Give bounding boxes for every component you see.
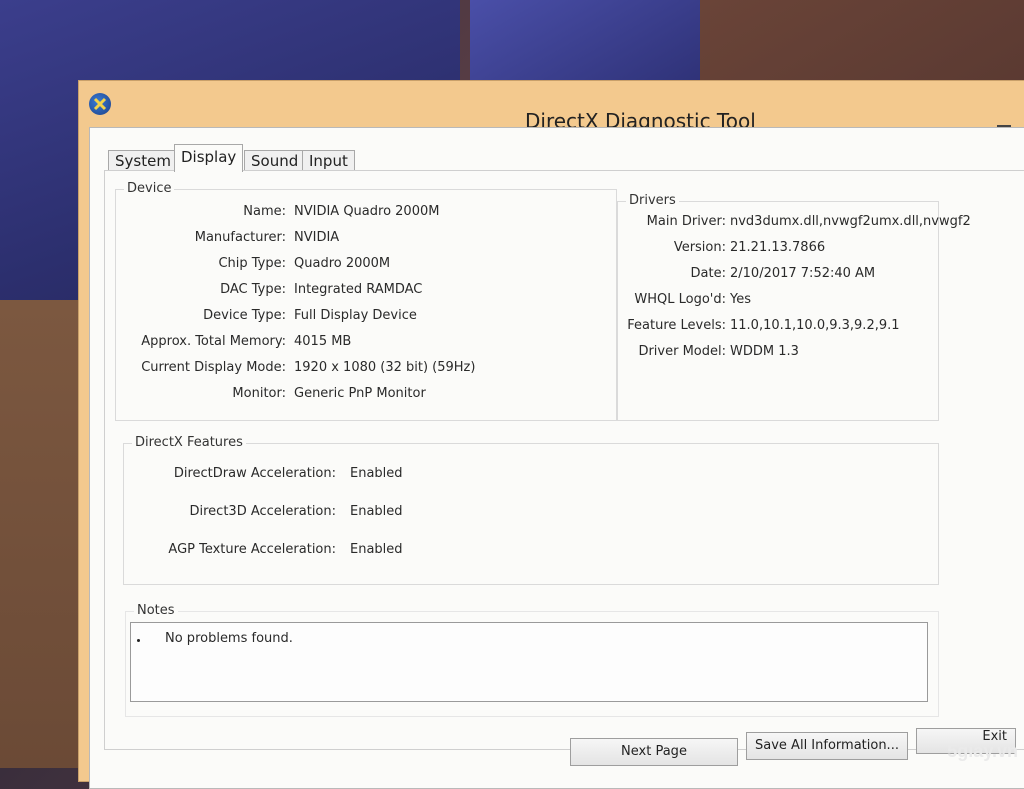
directx-features-group: DirectX Features DirectDraw Acceleration… xyxy=(123,435,939,585)
field-label: WHQL Logo'd: xyxy=(634,292,726,307)
field-value: 2/10/2017 7:52:40 AM xyxy=(730,266,876,281)
field-value: 21.21.13.7866 xyxy=(730,240,826,255)
field-label: Current Display Mode: xyxy=(141,360,286,375)
bullet-icon xyxy=(137,639,140,642)
field-label: Manufacturer: xyxy=(194,230,286,245)
field-value: NVIDIA xyxy=(294,230,340,245)
field-value: Generic PnP Monitor xyxy=(294,386,426,401)
watermark: 5giay.vn xyxy=(947,741,1018,761)
field-label: Approx. Total Memory: xyxy=(141,334,286,349)
field-value: Enabled xyxy=(350,542,403,557)
field-label: Name: xyxy=(243,204,286,219)
next-page-button[interactable]: Next Page xyxy=(570,738,738,766)
directx-diagnostic-window: DirectX Diagnostic Tool System Display S… xyxy=(78,80,1024,789)
drivers-group-label: Drivers xyxy=(626,193,679,208)
field-value: 11.0,10.1,10.0,9.3,9.2,9.1 xyxy=(730,318,900,333)
drivers-group: Drivers Main Driver: nvd3dumx.dll,nvwgf2… xyxy=(617,193,971,421)
field-label: Feature Levels: xyxy=(627,318,726,333)
field-value: Full Display Device xyxy=(294,308,417,323)
note-item: No problems found. xyxy=(165,631,293,646)
client-area: System Display Sound Input Device Name: … xyxy=(89,127,1024,789)
field-value: Enabled xyxy=(350,504,403,519)
notes-label: Notes xyxy=(134,603,178,618)
device-group: Device Name: NVIDIA Quadro 2000M Manufac… xyxy=(115,181,617,421)
field-label: Direct3D Acceleration: xyxy=(189,504,337,519)
tab-system[interactable]: System xyxy=(108,150,178,171)
field-value: Enabled xyxy=(350,466,403,481)
tab-sound[interactable]: Sound xyxy=(244,150,306,171)
title-bar[interactable]: DirectX Diagnostic Tool xyxy=(79,81,1024,133)
save-all-information-button[interactable]: Save All Information... xyxy=(746,732,908,760)
tab-input[interactable]: Input xyxy=(302,150,355,171)
field-label: Device Type: xyxy=(203,308,286,323)
desktop-background xyxy=(700,0,1024,80)
directx-icon xyxy=(89,93,111,115)
field-value: NVIDIA Quadro 2000M xyxy=(294,204,440,219)
device-group-label: Device xyxy=(124,181,175,196)
field-label: DAC Type: xyxy=(220,282,286,297)
field-label: AGP Texture Acceleration: xyxy=(168,542,336,557)
field-label: Chip Type: xyxy=(218,256,286,271)
field-value: 1920 x 1080 (32 bit) (59Hz) xyxy=(294,360,476,375)
field-label: DirectDraw Acceleration: xyxy=(173,466,336,481)
desktop-background xyxy=(470,0,700,90)
field-label: Date: xyxy=(690,266,726,281)
field-value: nvd3dumx.dll,nvwgf2umx.dll,nvwgf2 xyxy=(730,214,971,229)
desktop-background xyxy=(0,300,80,768)
field-label: Driver Model: xyxy=(638,344,726,359)
field-label: Monitor: xyxy=(232,386,286,401)
notes-group: Notes No problems found. xyxy=(125,603,939,717)
field-value: WDDM 1.3 xyxy=(730,344,799,359)
tab-display[interactable]: Display xyxy=(174,144,244,172)
field-value: Yes xyxy=(730,292,751,307)
field-value: Integrated RAMDAC xyxy=(294,282,423,297)
notes-textbox[interactable]: No problems found. xyxy=(130,622,928,702)
directx-features-label: DirectX Features xyxy=(132,435,246,450)
field-label: Version: xyxy=(673,240,726,255)
field-value: 4015 MB xyxy=(294,334,352,349)
field-value: Quadro 2000M xyxy=(294,256,391,271)
field-label: Main Driver: xyxy=(646,214,726,229)
display-tab-page: Device Name: NVIDIA Quadro 2000M Manufac… xyxy=(104,170,1024,750)
